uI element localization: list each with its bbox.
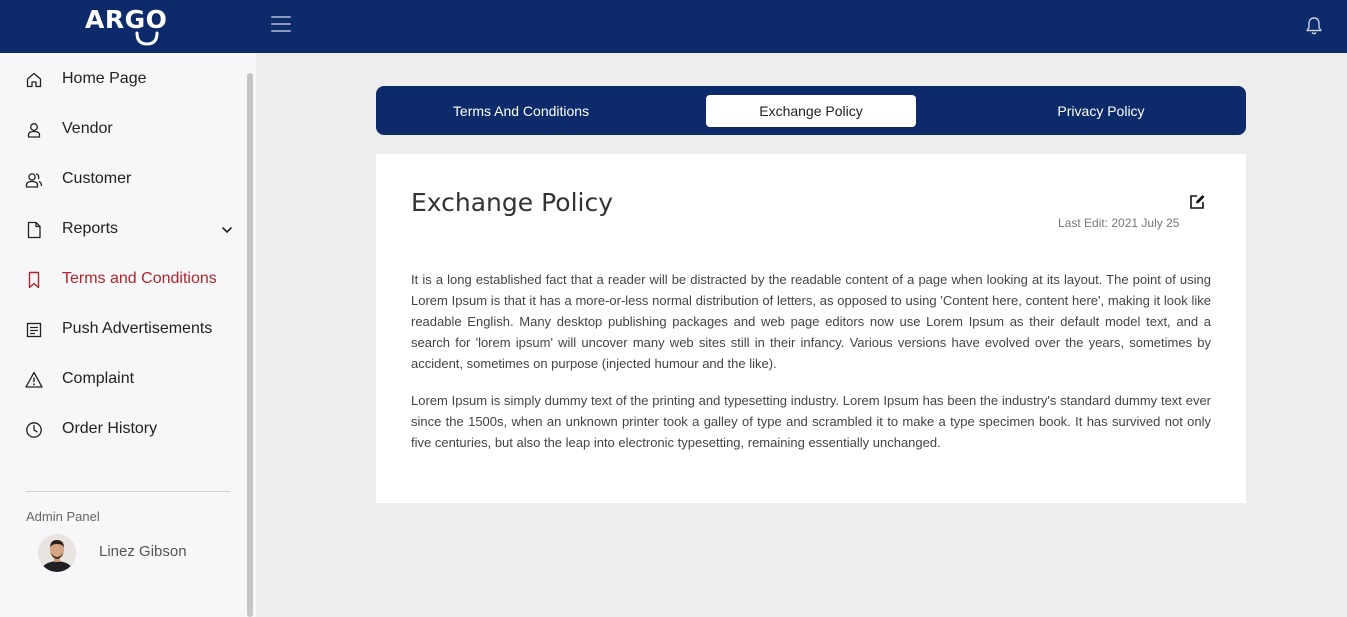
clock-icon — [26, 422, 42, 438]
avatar[interactable] — [38, 534, 76, 572]
sidebar-item-label: Vendor — [62, 120, 113, 137]
sidebar-item-terms[interactable]: Terms and Conditions — [0, 260, 240, 300]
logo-text: ARGO — [85, 5, 168, 34]
sidebar-divider — [26, 491, 230, 492]
sidebar-item-home[interactable]: Home Page — [0, 60, 240, 100]
page-title: Exchange Policy — [411, 188, 614, 217]
sidebar-scrollbar[interactable] — [247, 73, 253, 617]
edit-icon[interactable] — [1188, 193, 1206, 211]
policy-card: Exchange Policy Last Edit: 2021 July 25 … — [376, 154, 1246, 503]
sidebar-item-label: Terms and Conditions — [62, 270, 217, 287]
bookmark-icon — [28, 271, 40, 289]
admin-name: Linez Gibson — [99, 543, 187, 560]
sidebar-item-vendor[interactable]: Vendor — [0, 110, 240, 150]
sidebar: Home Page Vendor Customer Reports Terms … — [0, 53, 256, 617]
warning-icon — [25, 371, 43, 388]
sidebar-item-order-history[interactable]: Order History — [0, 410, 240, 450]
policy-paragraph: Lorem Ipsum is simply dummy text of the … — [411, 393, 1211, 450]
tab-exchange-policy[interactable]: Exchange Policy — [706, 95, 916, 127]
tab-privacy-policy[interactable]: Privacy Policy — [996, 95, 1206, 127]
sidebar-item-push-ads[interactable]: Push Advertisements — [0, 310, 240, 350]
top-bar: ARGO — [0, 0, 1347, 53]
list-icon — [26, 322, 42, 338]
avatar-image — [38, 534, 76, 572]
sidebar-item-label: Order History — [62, 420, 158, 437]
admin-panel-label: Admin Panel — [26, 509, 100, 524]
last-edit-date: Last Edit: 2021 July 25 — [1058, 216, 1180, 230]
user-icon — [27, 123, 41, 138]
tab-terms-and-conditions[interactable]: Terms And Conditions — [416, 95, 626, 127]
file-icon — [27, 221, 41, 239]
sidebar-item-reports[interactable]: Reports — [0, 210, 240, 250]
sidebar-item-complaint[interactable]: Complaint — [0, 360, 240, 400]
policy-paragraph: It is a long established fact that a rea… — [411, 272, 1211, 371]
sidebar-item-label: Customer — [62, 170, 132, 187]
logo-smile-icon — [135, 31, 159, 46]
argo-logo[interactable]: ARGO — [85, 5, 175, 47]
sidebar-item-customer[interactable]: Customer — [0, 160, 240, 200]
chevron-down-icon[interactable] — [220, 223, 234, 237]
sidebar-item-label: Reports — [62, 220, 119, 237]
sidebar-item-label: Push Advertisements — [62, 320, 213, 337]
home-icon — [26, 72, 42, 88]
sidebar-item-label: Home Page — [62, 70, 147, 87]
sidebar-item-label: Complaint — [62, 370, 135, 387]
hamburger-icon[interactable] — [271, 16, 291, 34]
policy-tabs: Terms And Conditions Exchange Policy Pri… — [376, 86, 1246, 135]
bell-icon[interactable] — [1305, 16, 1323, 36]
users-icon — [25, 173, 43, 188]
